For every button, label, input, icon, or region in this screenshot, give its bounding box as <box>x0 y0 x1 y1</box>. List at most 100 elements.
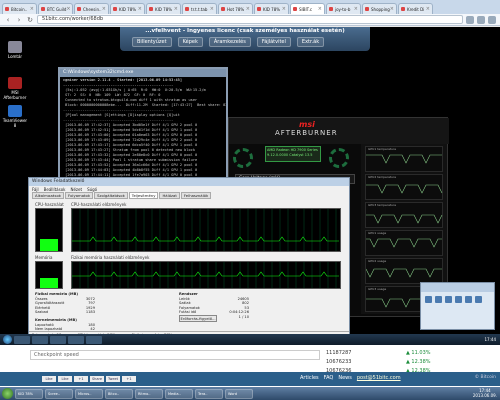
file-transfer-button[interactable]: Fájlátvitel <box>256 37 291 47</box>
browser-tab[interactable]: tr.t.t.tab × <box>182 3 217 14</box>
close-icon[interactable]: × <box>354 6 358 12</box>
browser-tab[interactable]: Kredit Di × <box>398 3 433 14</box>
task-manager-tab[interactable]: Teljesítmény <box>128 192 159 199</box>
task-manager-tab[interactable]: Hálózat <box>159 192 180 199</box>
browser-tab[interactable]: Bitcoin.. × <box>2 3 37 14</box>
browser-tab[interactable]: BTC Guild × <box>38 3 73 14</box>
tab-label: Hot 78% <box>227 6 245 12</box>
url-input[interactable]: 51bitc.com/worker/68db <box>37 15 463 24</box>
email-link[interactable]: post@51bitc.com <box>357 375 401 381</box>
console-output: cgminer version 2.11.4 - Started: [2013-… <box>60 77 226 179</box>
back-icon[interactable]: ‹ <box>4 16 12 24</box>
browser-tab[interactable]: SIBIT.c × <box>290 3 325 14</box>
ticker-value: 10676233 <box>326 358 352 365</box>
close-icon[interactable]: × <box>318 6 322 12</box>
articles-link[interactable]: Articles <box>300 375 319 381</box>
tab-label: joy-to-b <box>335 6 351 12</box>
remote-taskbar-item[interactable] <box>50 335 66 344</box>
menu-item[interactable]: Nézet <box>70 187 82 192</box>
tray-icon[interactable] <box>445 296 452 303</box>
close-icon[interactable]: × <box>390 6 394 12</box>
share-button[interactable]: Share <box>90 376 104 382</box>
taskbar-item[interactable]: Word <box>225 388 253 399</box>
tray-icon[interactable] <box>425 296 432 303</box>
close-icon[interactable]: × <box>66 6 70 12</box>
cgminer-console[interactable]: C:\Windows\system32\cmd.exe cgminer vers… <box>58 67 228 185</box>
facebook-like-button[interactable]: Like <box>42 376 56 382</box>
monitor-graph: GPU1 temperature <box>365 146 443 172</box>
tray-icon[interactable] <box>435 296 442 303</box>
task-manager-window[interactable]: Windows Feladatkezelő Fájl Beállítások Néz… <box>28 177 350 339</box>
taskbar-item[interactable]: Micros.. <box>75 388 103 399</box>
close-icon[interactable]: × <box>174 6 178 12</box>
extension-icon[interactable] <box>477 15 485 24</box>
remote-taskbar-item[interactable] <box>86 335 102 344</box>
desktop-icon-teamviewer[interactable]: TeamViewer 8 <box>2 105 28 128</box>
start-button[interactable] <box>2 388 13 399</box>
taskbar-item[interactable]: Scree.. <box>45 388 73 399</box>
browser-tab[interactable]: KID 78% × <box>110 3 145 14</box>
taskbar-item[interactable]: Media.. <box>165 388 193 399</box>
gplus-button[interactable]: +1 <box>74 376 88 382</box>
faq-link[interactable]: FAQ <box>324 375 334 381</box>
task-manager-tab[interactable]: Felhasználók <box>180 192 212 199</box>
favicon-icon <box>149 7 153 11</box>
power-button[interactable]: Áramkezelés <box>208 37 251 47</box>
gplus-button[interactable]: +1 <box>122 376 136 382</box>
taskbar-clock[interactable]: 17:44 2013.06.09. <box>473 388 497 398</box>
tray-icon[interactable] <box>455 296 462 303</box>
browser-tab[interactable]: KID 78% × <box>254 3 289 14</box>
remote-start-button[interactable] <box>3 335 12 344</box>
close-icon[interactable]: × <box>246 6 250 12</box>
task-manager-tab[interactable]: Alkalmazások <box>32 192 65 199</box>
memory-history-graph <box>71 261 341 289</box>
menu-item[interactable]: Fájl <box>32 187 39 192</box>
taskbar-item[interactable]: Tera.. <box>195 388 223 399</box>
afterburner-icon <box>8 77 22 89</box>
menu-item[interactable]: Súgó <box>87 187 97 192</box>
remote-taskbar-item[interactable] <box>68 335 84 344</box>
taskbar-item[interactable]: Bitco.. <box>105 388 133 399</box>
browser-tab[interactable]: Hot 78% × <box>218 3 253 14</box>
browser-tab[interactable]: Shopping × <box>362 3 397 14</box>
tweet-button[interactable]: Tweet <box>106 376 120 382</box>
browser-tab[interactable]: joy-to-b × <box>326 3 361 14</box>
close-icon[interactable]: × <box>210 6 214 12</box>
view-button[interactable]: Képek <box>177 37 203 47</box>
keyboard-button[interactable]: Billentyűzet <box>132 37 172 47</box>
remote-taskbar-item[interactable] <box>32 335 48 344</box>
desktop-icon-afterburner[interactable]: MSI Afterburner <box>2 77 28 100</box>
resource-monitor-button[interactable]: Erőforrás-figyelő... <box>179 315 217 322</box>
reload-icon[interactable]: ↻ <box>26 16 34 24</box>
forward-icon[interactable]: › <box>15 16 23 24</box>
star-icon[interactable] <box>466 15 474 24</box>
facebook-like-button[interactable]: Like <box>58 376 72 382</box>
taskbar-item[interactable]: KID 78% <box>15 388 43 399</box>
close-icon[interactable]: × <box>138 6 142 12</box>
menu-icon[interactable] <box>488 15 496 24</box>
task-manager-tab[interactable]: Folyamatok <box>65 192 94 199</box>
desktop-icon-recycle-bin[interactable]: Lomtár <box>2 41 28 59</box>
tray-icon[interactable] <box>465 296 472 303</box>
taskbar-item[interactable]: Ritmo.. <box>135 388 163 399</box>
close-icon[interactable]: × <box>30 6 34 12</box>
afterburner-name: AFTERBURNER <box>275 129 338 137</box>
footer-copyright: © Bitcoin <box>474 375 496 380</box>
remote-desktop[interactable]: Lomtár MSI Afterburner TeamViewer 8 ...v… <box>0 27 500 345</box>
news-link[interactable]: News <box>338 375 352 381</box>
tray-icon[interactable] <box>475 296 482 303</box>
close-icon[interactable]: × <box>102 6 106 12</box>
close-icon[interactable]: × <box>426 6 430 12</box>
remote-taskbar-item[interactable] <box>14 335 30 344</box>
checkpoint-speed-field[interactable]: Checkpoint speed <box>30 350 320 360</box>
cpu-history-label: CPU-használati előzmények <box>71 202 127 207</box>
browser-tab[interactable]: KID 78% × <box>146 3 181 14</box>
task-manager-tab[interactable]: Szolgáltatások <box>94 192 128 199</box>
close-icon[interactable]: × <box>282 6 286 12</box>
browser-tab[interactable]: Cheesin.. × <box>74 3 109 14</box>
stats-value: 1183 <box>85 310 95 315</box>
extras-button[interactable]: Extr.ák <box>296 37 325 47</box>
gpu-info: AMD Radeon HD 7900 Series 9.12.0.0000 Ca… <box>265 146 321 162</box>
notification-area-popup[interactable] <box>420 282 495 330</box>
menu-item[interactable]: Beállítások <box>44 187 66 192</box>
